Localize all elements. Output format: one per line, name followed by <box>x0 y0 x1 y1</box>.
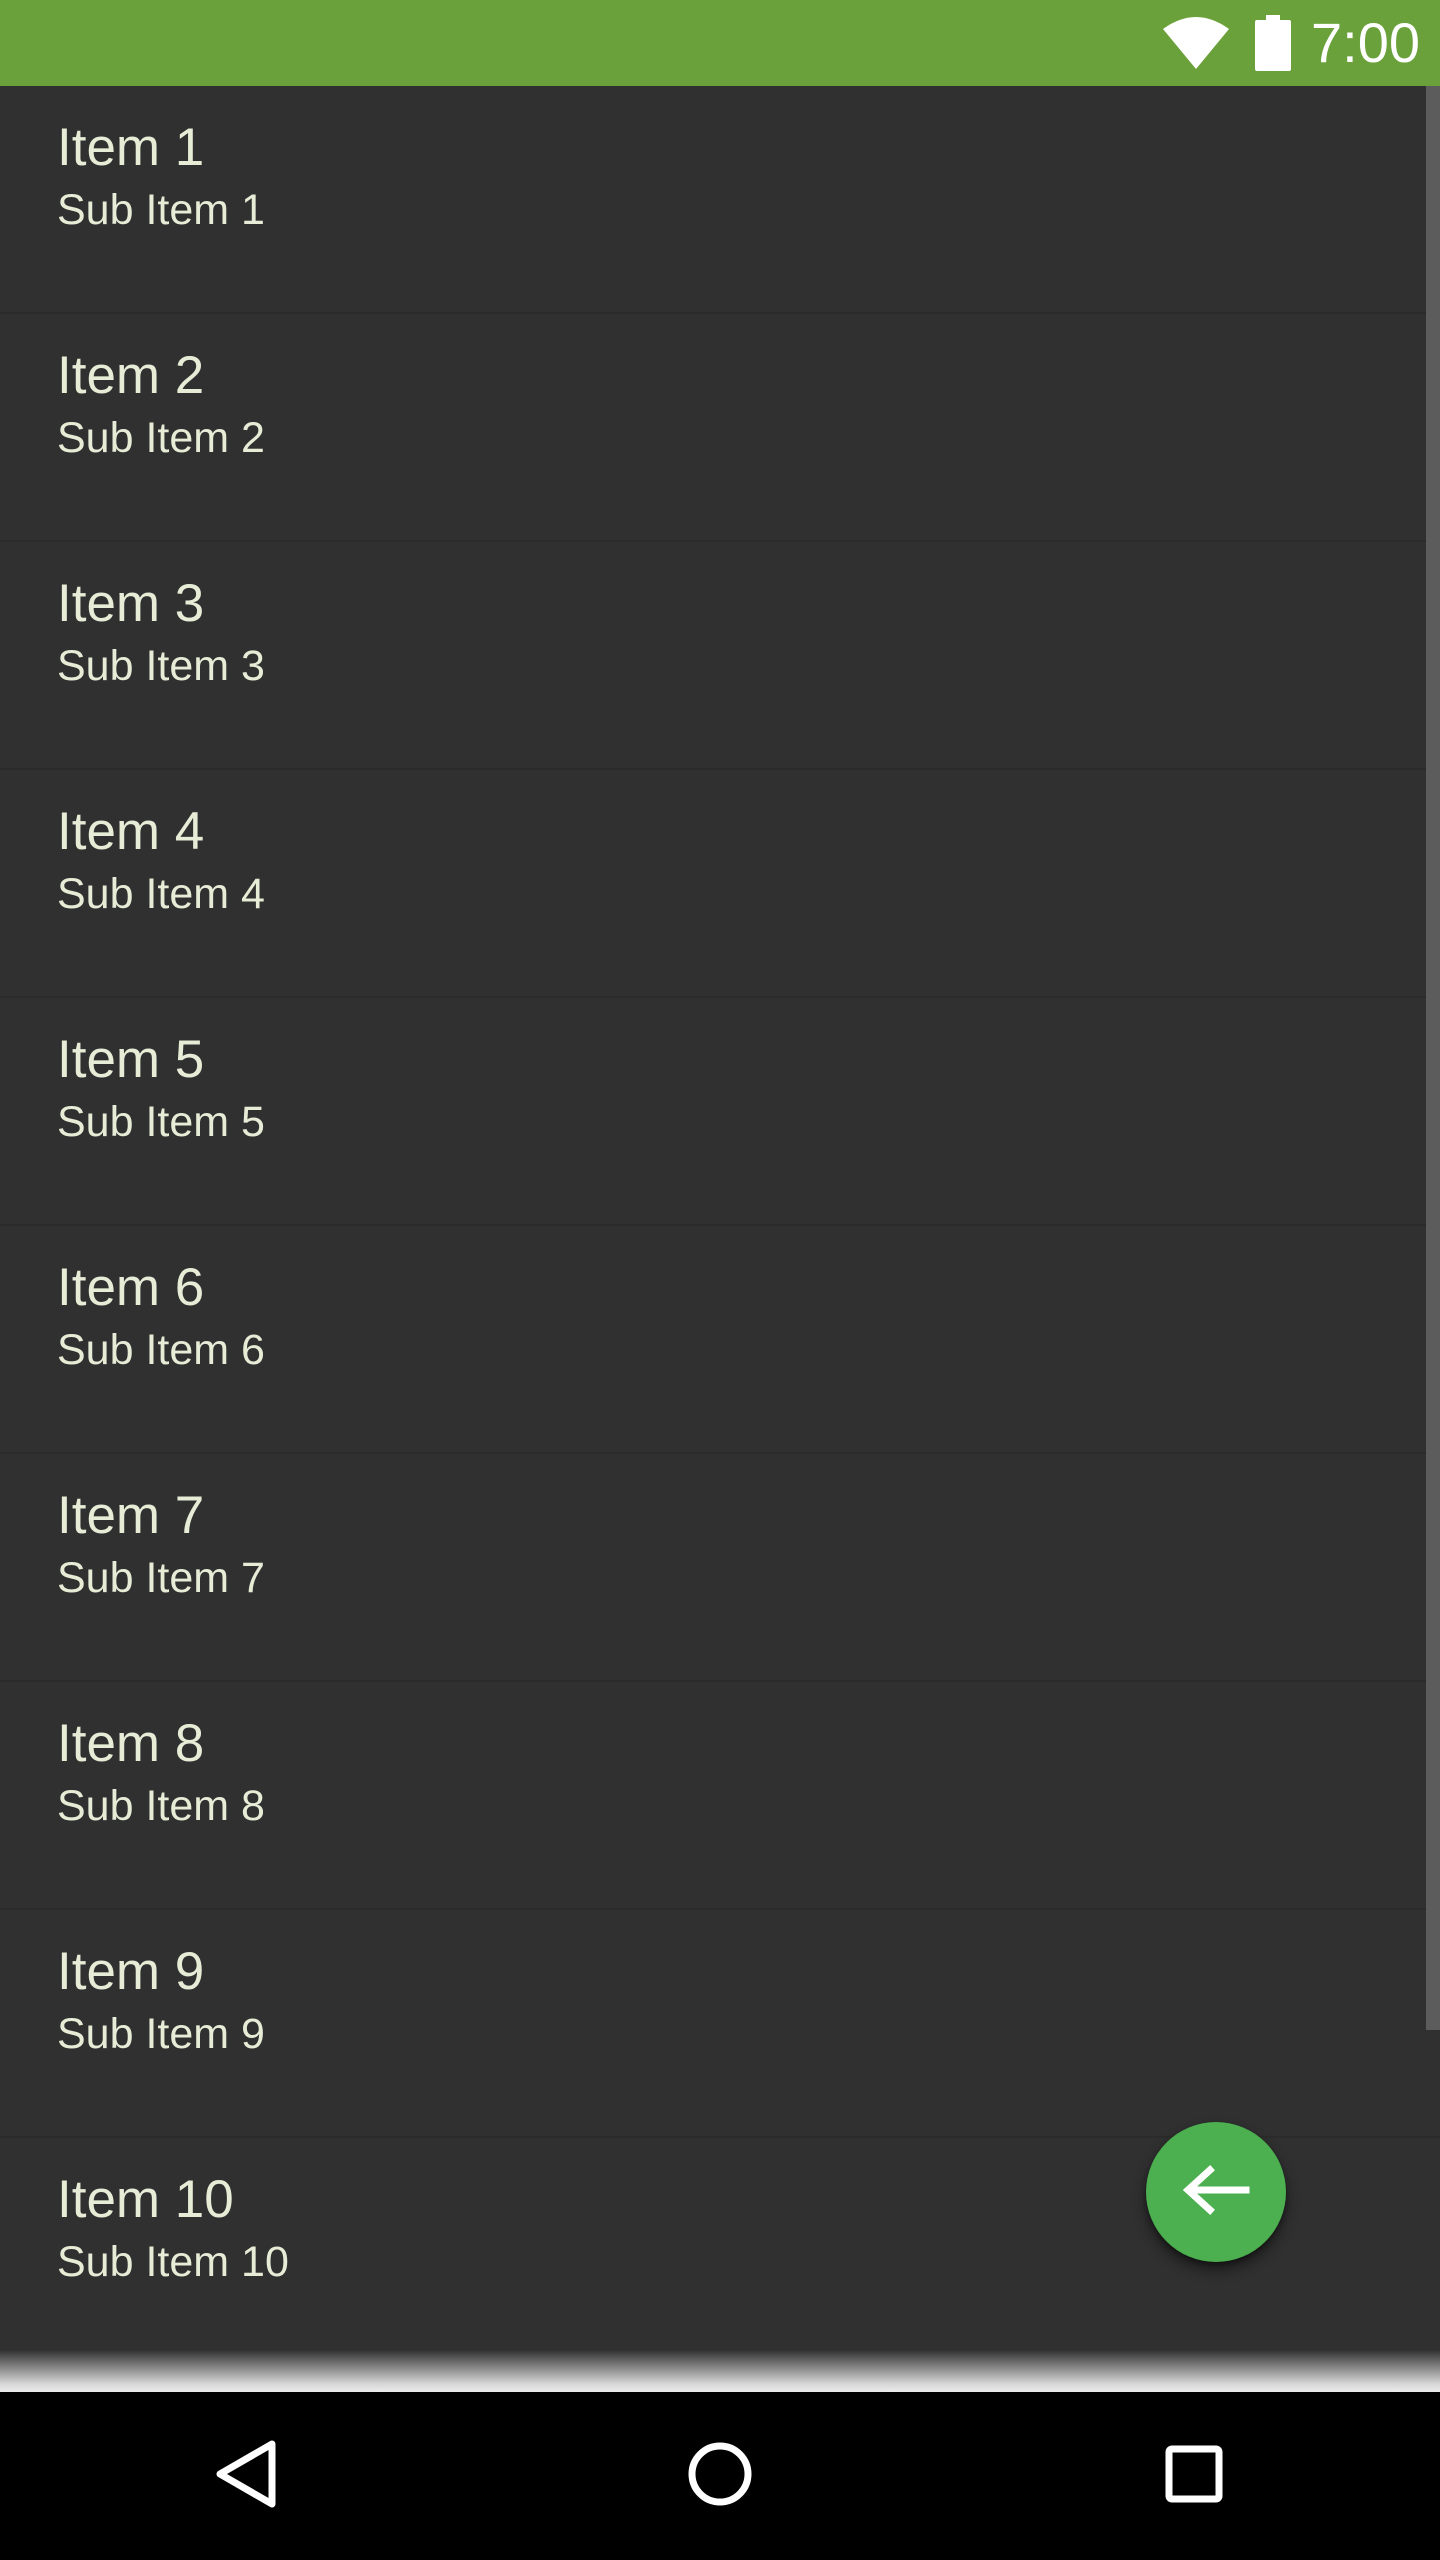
nav-recents-button[interactable] <box>1094 2392 1294 2560</box>
navigation-bar <box>0 2392 1440 2560</box>
list-item[interactable]: Item 5 Sub Item 5 <box>0 998 1440 1226</box>
list-item[interactable]: Item 8 Sub Item 8 <box>0 1682 1440 1910</box>
item-title: Item 3 <box>57 574 205 633</box>
recents-square-icon <box>1164 2444 1224 2509</box>
item-title: Item 7 <box>57 1486 205 1545</box>
list-item[interactable]: Item 6 Sub Item 6 <box>0 1226 1440 1454</box>
item-subtitle: Sub Item 5 <box>57 1098 265 1146</box>
item-title: Item 4 <box>57 802 205 861</box>
list-item[interactable]: Item 3 Sub Item 3 <box>0 542 1440 770</box>
battery-icon <box>1253 15 1293 71</box>
item-title: Item 2 <box>57 346 205 405</box>
back-fab-button[interactable] <box>1146 2122 1286 2262</box>
item-subtitle: Sub Item 3 <box>57 642 265 690</box>
nav-home-button[interactable] <box>620 2392 820 2560</box>
scrollbar[interactable] <box>1426 86 1440 2030</box>
item-subtitle: Sub Item 2 <box>57 414 265 462</box>
item-subtitle: Sub Item 9 <box>57 2010 265 2058</box>
arrow-back-icon <box>1182 2164 1250 2221</box>
item-title: Item 8 <box>57 1714 205 1773</box>
item-subtitle: Sub Item 4 <box>57 870 265 918</box>
item-title: Item 9 <box>57 1942 205 2001</box>
list-item[interactable]: Item 1 Sub Item 1 <box>0 86 1440 314</box>
list-item[interactable]: Item 2 Sub Item 2 <box>0 314 1440 542</box>
list-item[interactable]: Item 7 Sub Item 7 <box>0 1454 1440 1682</box>
status-bar: 7:00 <box>0 0 1440 86</box>
status-time: 7:00 <box>1311 11 1420 74</box>
list-item[interactable]: Item 4 Sub Item 4 <box>0 770 1440 998</box>
item-subtitle: Sub Item 8 <box>57 1782 265 1830</box>
home-circle-icon <box>687 2441 753 2512</box>
back-triangle-icon <box>214 2438 278 2515</box>
app-screen: 7:00 Item 1 Sub Item 1 Item 2 Sub Item 2… <box>0 0 1440 2560</box>
item-subtitle: Sub Item 6 <box>57 1326 265 1374</box>
list-bottom-shadow <box>0 2350 1440 2392</box>
item-title: Item 6 <box>57 1258 205 1317</box>
item-title: Item 1 <box>57 118 205 177</box>
item-subtitle: Sub Item 1 <box>57 186 265 234</box>
item-subtitle: Sub Item 7 <box>57 1554 265 1602</box>
item-title: Item 5 <box>57 1030 205 1089</box>
wifi-icon <box>1161 15 1231 71</box>
item-list[interactable]: Item 1 Sub Item 1 Item 2 Sub Item 2 Item… <box>0 86 1440 2350</box>
nav-back-button[interactable] <box>146 2392 346 2560</box>
list-item[interactable]: Item 9 Sub Item 9 <box>0 1910 1440 2138</box>
